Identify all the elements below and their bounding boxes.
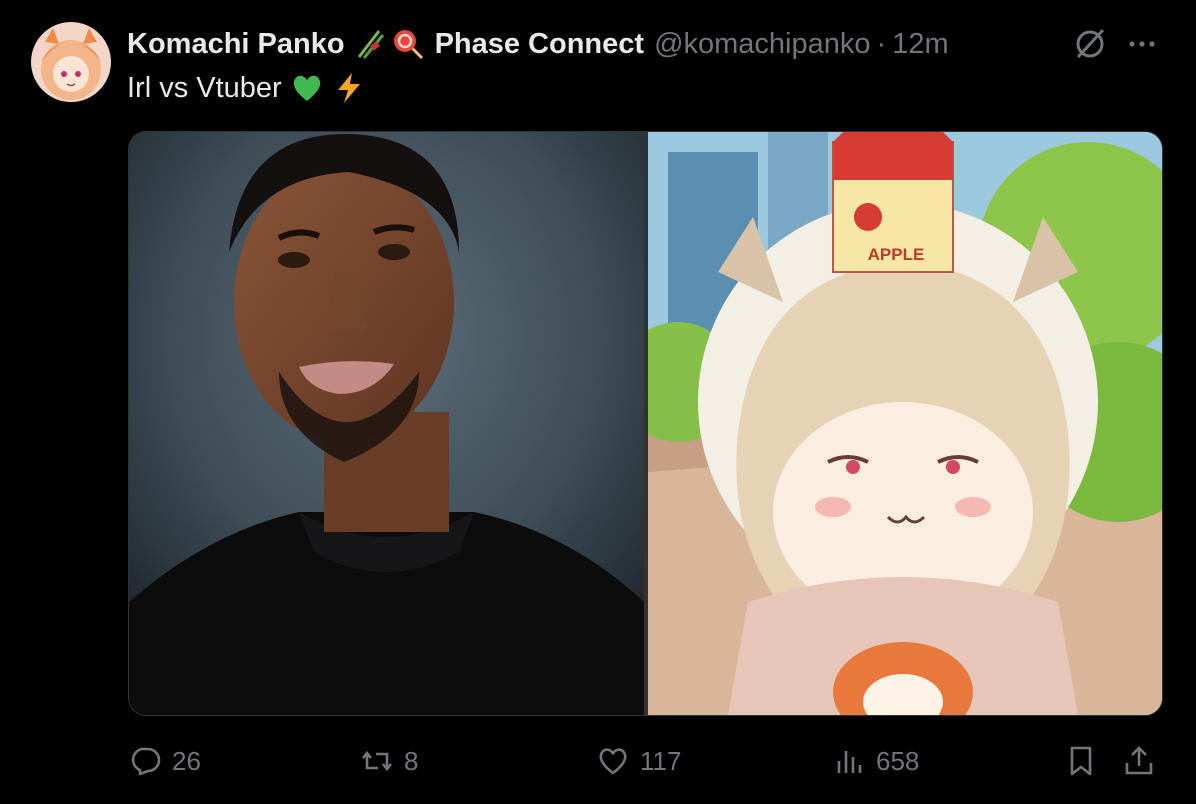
repost-button[interactable]: 8 — [360, 736, 418, 786]
views-icon — [837, 751, 862, 773]
timestamp[interactable]: 12m — [892, 28, 948, 61]
tweet-header: Komachi Panko Phase Connect @komachipank… — [127, 24, 1156, 64]
photo-real-person[interactable] — [129, 132, 644, 715]
vtuber-avatar-art[interactable]: APPLE — [618, 132, 1162, 715]
user-handle[interactable]: @komachipanko — [654, 28, 870, 61]
share-icon — [1125, 746, 1153, 775]
reply-icon — [131, 747, 161, 776]
reply-button[interactable]: 26 — [128, 736, 201, 786]
lightning-emoji — [332, 71, 366, 105]
bookmark-icon — [1070, 746, 1092, 776]
like-count: 117 — [640, 745, 682, 776]
repost-icon — [361, 750, 393, 772]
like-button[interactable]: 117 — [596, 736, 681, 786]
display-name[interactable]: Komachi Panko — [127, 28, 345, 61]
chopsticks-emoji — [353, 27, 387, 61]
affiliation-label[interactable]: Phase Connect — [435, 28, 645, 61]
grok-icon[interactable] — [1070, 24, 1110, 64]
tweet-text: Irl vs Vtuber — [127, 71, 282, 104]
apple-box-label: APPLE — [868, 245, 925, 264]
media-grid: APPLE — [128, 131, 1163, 716]
separator-dot: · — [876, 27, 887, 60]
more-options-icon[interactable] — [1122, 24, 1162, 64]
lollipop-emoji — [391, 27, 425, 61]
views-count: 658 — [876, 745, 920, 776]
avatar[interactable] — [31, 22, 111, 102]
reply-count: 26 — [172, 745, 201, 776]
tweet-text-row: Irl vs Vtuber — [127, 68, 366, 108]
repost-count: 8 — [404, 745, 419, 776]
bookmark-button[interactable] — [1064, 736, 1098, 786]
tweet[interactable]: Komachi Panko Phase Connect @komachipank… — [0, 0, 1196, 804]
views-button[interactable]: 658 — [832, 736, 919, 786]
action-bar: 26 8 117 658 — [0, 736, 1196, 786]
green-heart-emoji — [290, 71, 324, 105]
heart-icon — [599, 748, 627, 775]
share-button[interactable] — [1122, 736, 1156, 786]
